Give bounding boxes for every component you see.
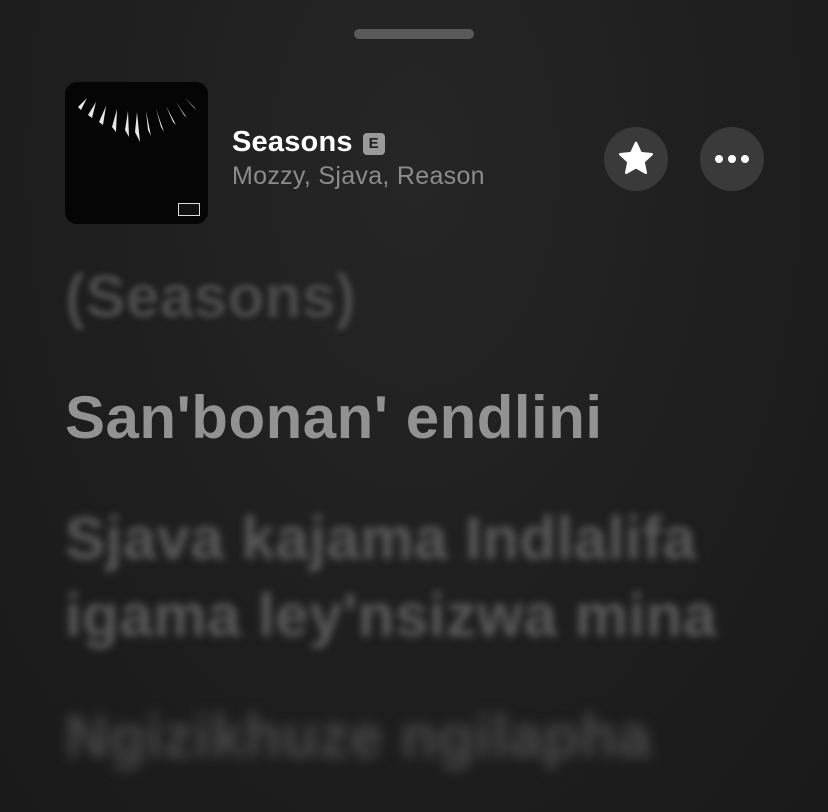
explicit-badge: E bbox=[362, 132, 385, 155]
song-artists[interactable]: Mozzy, Sjava, Reason bbox=[232, 162, 485, 191]
star-icon bbox=[619, 141, 653, 175]
more-dots-icon bbox=[715, 155, 749, 163]
lyric-line-current[interactable]: San'bonan' endlini bbox=[65, 379, 805, 456]
song-title[interactable]: Seasons bbox=[232, 126, 353, 159]
parental-advisory-icon bbox=[178, 203, 200, 216]
lyrics-view[interactable]: (Seasons) San'bonan' endlini Sjava kajam… bbox=[65, 258, 805, 775]
album-artwork[interactable] bbox=[65, 82, 208, 224]
favorite-button[interactable] bbox=[604, 127, 668, 191]
sheet-grabber[interactable] bbox=[354, 29, 474, 39]
lyrics-screen: Seasons E Mozzy, Sjava, Reason (Seasons)… bbox=[0, 0, 828, 812]
lyric-line-later[interactable]: Ngizikhuze ngilapha bbox=[65, 698, 805, 775]
lyric-line-next[interactable]: Sjava kajama Indlalifa igama ley'nsizwa … bbox=[65, 500, 805, 654]
song-title-row: Seasons E bbox=[232, 126, 385, 159]
lyric-line-past[interactable]: (Seasons) bbox=[65, 258, 805, 335]
more-options-button[interactable] bbox=[700, 127, 764, 191]
